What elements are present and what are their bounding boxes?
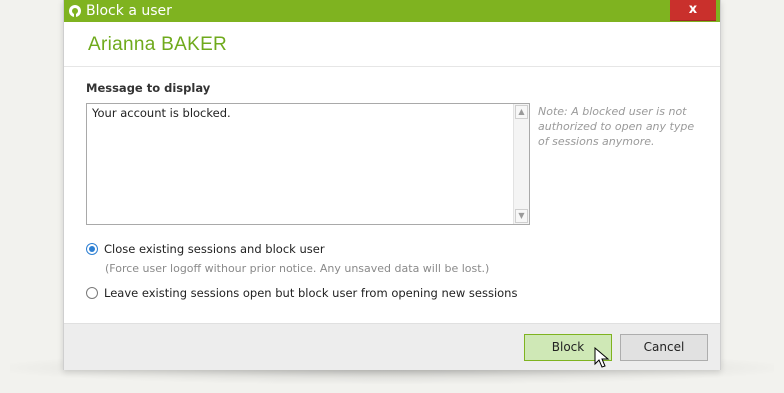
dialog-footer: Block Cancel xyxy=(64,323,720,370)
option-leave-sessions[interactable]: Leave existing sessions open but block u… xyxy=(86,286,517,300)
message-label: Message to display xyxy=(86,81,211,95)
cancel-button[interactable]: Cancel xyxy=(620,334,708,361)
option-close-sessions-description: (Force user logoff withour prior notice.… xyxy=(105,262,490,275)
radio-close-sessions[interactable] xyxy=(86,243,98,255)
block-user-dialog: Block a user x Arianna BAKER Message to … xyxy=(63,0,721,370)
radio-leave-sessions[interactable] xyxy=(86,287,98,299)
header-divider xyxy=(64,66,720,67)
app-logo-icon xyxy=(69,5,81,17)
message-textarea[interactable]: Your account is blocked. ▲ ▼ xyxy=(86,103,530,225)
option-leave-sessions-label[interactable]: Leave existing sessions open but block u… xyxy=(104,286,517,300)
message-scrollbar[interactable]: ▲ ▼ xyxy=(513,104,529,224)
close-button[interactable]: x xyxy=(670,0,716,21)
title-bar[interactable]: Block a user x xyxy=(64,0,720,22)
window-title: Block a user xyxy=(86,3,172,19)
mouse-cursor-icon xyxy=(594,347,610,368)
scroll-down-arrow-icon[interactable]: ▼ xyxy=(515,209,528,223)
scroll-up-arrow-icon[interactable]: ▲ xyxy=(515,105,528,119)
option-close-sessions[interactable]: Close existing sessions and block user xyxy=(86,242,325,256)
blocked-user-note: Note: A blocked user is not authorized t… xyxy=(538,105,695,148)
message-text[interactable]: Your account is blocked. xyxy=(92,106,231,120)
option-close-sessions-label[interactable]: Close existing sessions and block user xyxy=(104,242,325,256)
user-name-heading: Arianna BAKER xyxy=(88,34,228,55)
